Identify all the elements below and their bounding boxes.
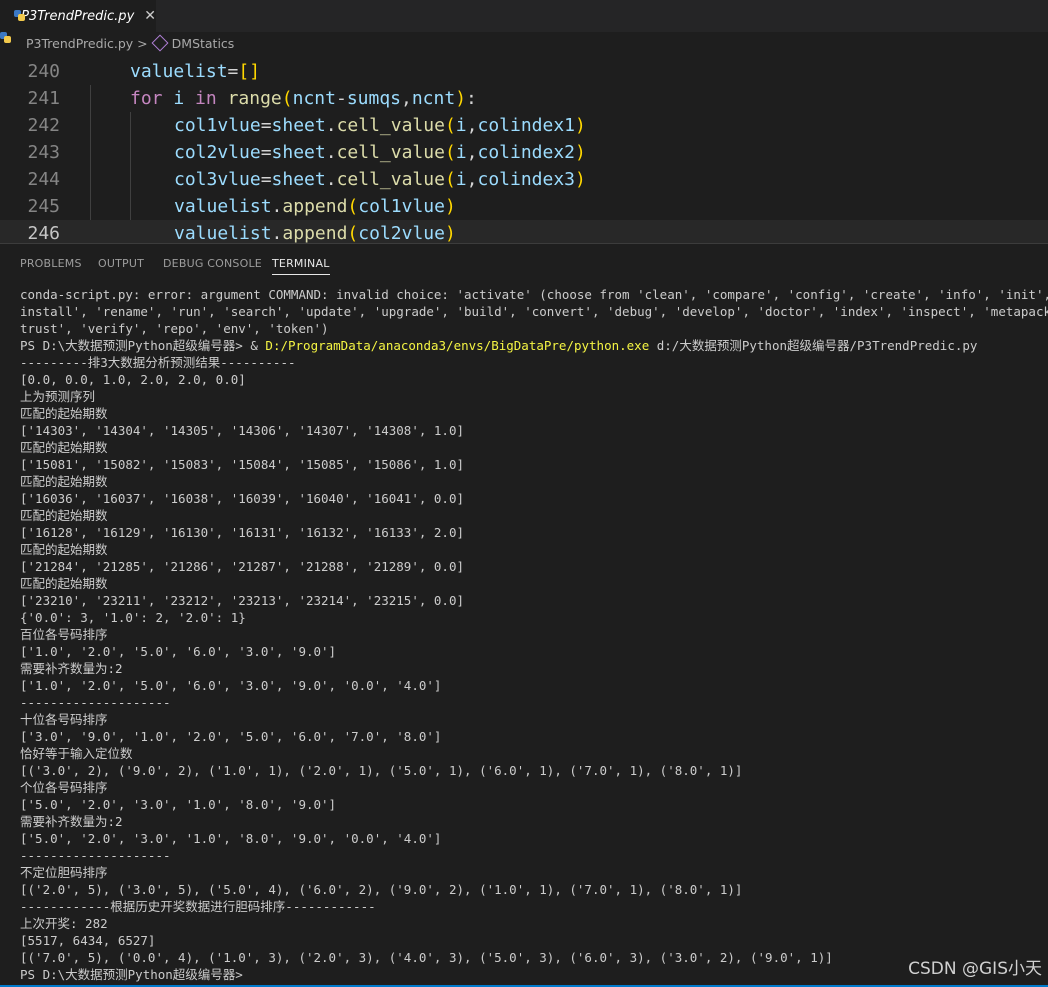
python-file-icon (14, 10, 27, 22)
terminal-line: 匹配的起始期数 (20, 474, 108, 489)
terminal-line: [('3.0', 2), ('9.0', 2), ('1.0', 1), ('2… (20, 763, 743, 778)
breadcrumb-symbol[interactable]: DMStatics (172, 36, 235, 51)
terminal-line: 匹配的起始期数 (20, 542, 108, 557)
tab-output[interactable]: OUTPUT (98, 257, 144, 270)
terminal-line: 匹配的起始期数 (20, 508, 108, 523)
terminal-line: trust', 'verify', 'repo', 'env', 'token'… (20, 321, 329, 336)
breadcrumb: P3TrendPredic.py > DMStatics (0, 32, 1048, 54)
prompt-prefix: PS D:\大数据预测Python超级编号器> & (20, 338, 266, 353)
line-number: 246 (27, 223, 60, 243)
tab-problems[interactable]: PROBLEMS (20, 257, 82, 270)
terminal-line: ---------排3大数据分析预测结果---------- (20, 355, 296, 370)
line-number: 244 (27, 169, 60, 190)
code-line: 244 col3vlue=sheet.cell_value(i,colindex… (0, 166, 1048, 193)
terminal-line: ['21284', '21285', '21286', '21287', '21… (20, 559, 465, 574)
class-symbol-icon (151, 34, 169, 52)
code-text: valuelist.append(col2vlue) (174, 223, 456, 243)
script-arg: d:/大数据预测Python超级编号器/P3TrendPredic.py (649, 338, 978, 353)
code-text: col1vlue=sheet.cell_value(i,colindex1) (174, 115, 586, 136)
terminal-line: ['5.0', '2.0', '3.0', '1.0', '8.0', '9.0… (20, 831, 442, 846)
code-editor[interactable]: 240 valuelist=[] 241 for i in range(ncnt… (0, 58, 1048, 243)
terminal-line: ['16128', '16129', '16130', '16131', '16… (20, 525, 465, 540)
terminal-line: 十位各号码排序 (20, 712, 108, 727)
line-number: 241 (27, 88, 60, 109)
editor-tab-bar: P3TrendPredic.py ✕ (0, 0, 1048, 32)
code-text: valuelist.append(col1vlue) (174, 196, 456, 217)
terminal-line: [0.0, 0.0, 1.0, 2.0, 2.0, 0.0] (20, 372, 246, 387)
line-number: 240 (27, 61, 60, 82)
tab-filename: P3TrendPredic.py (21, 8, 135, 24)
terminal-line: ['3.0', '9.0', '1.0', '2.0', '5.0', '6.0… (20, 729, 442, 744)
terminal-line: ------------根据历史开奖数据进行胆码排序------------ (20, 899, 376, 914)
terminal-line: [('2.0', 5), ('3.0', 5), ('5.0', 4), ('6… (20, 882, 743, 897)
terminal-line: ['1.0', '2.0', '5.0', '6.0', '3.0', '9.0… (20, 644, 337, 659)
code-line: 242 col1vlue=sheet.cell_value(i,colindex… (0, 112, 1048, 139)
terminal-line: [5517, 6434, 6527] (20, 933, 156, 948)
tab-debug-console[interactable]: DEBUG CONSOLE (163, 257, 262, 270)
terminal-line: ['23210', '23211', '23212', '23213', '23… (20, 593, 465, 608)
line-number: 242 (27, 115, 60, 136)
code-line: 241 for i in range(ncnt-sumqs,ncnt): (0, 85, 1048, 112)
terminal-line: 匹配的起始期数 (20, 406, 108, 421)
terminal-line: 不定位胆码排序 (20, 865, 108, 880)
python-path: D:/ProgramData/anaconda3/envs/BigDataPre… (265, 338, 650, 353)
code-text: col2vlue=sheet.cell_value(i,colindex2) (174, 142, 586, 163)
code-text: valuelist=[] (130, 61, 261, 82)
terminal-line: 百位各号码排序 (20, 627, 108, 642)
close-icon[interactable]: ✕ (144, 8, 156, 24)
terminal-line: ['14303', '14304', '14305', '14306', '14… (20, 423, 465, 438)
terminal-line: 个位各号码排序 (20, 780, 108, 795)
breadcrumb-file[interactable]: P3TrendPredic.py (26, 36, 133, 51)
terminal-line: 恰好等于输入定位数 (20, 746, 133, 761)
breadcrumb-separator: > (137, 35, 148, 51)
terminal-line: install', 'rename', 'run', 'search', 'up… (20, 304, 1048, 319)
editor-tab-p3trendpredic[interactable]: P3TrendPredic.py ✕ (0, 0, 156, 32)
terminal-output[interactable]: conda-script.py: error: argument COMMAND… (20, 286, 1048, 986)
panel-tab-bar: PROBLEMS OUTPUT DEBUG CONSOLE TERMINAL (0, 243, 1048, 280)
terminal-line: -------------------- (20, 848, 171, 863)
line-number: 245 (27, 196, 60, 217)
terminal-line: 需要补齐数量为:2 (20, 661, 123, 676)
code-line: 245 valuelist.append(col1vlue) (0, 193, 1048, 220)
terminal-line: [('7.0', 5), ('0.0', 4), ('1.0', 3), ('2… (20, 950, 833, 965)
terminal-line: -------------------- (20, 695, 171, 710)
code-text: for i in range(ncnt-sumqs,ncnt): (130, 88, 477, 109)
terminal-line: ['1.0', '2.0', '5.0', '6.0', '3.0', '9.0… (20, 678, 442, 693)
terminal-line: ['15081', '15082', '15083', '15084', '15… (20, 457, 465, 472)
terminal-line: ['5.0', '2.0', '3.0', '1.0', '8.0', '9.0… (20, 797, 337, 812)
terminal-line: 上为预测序列 (20, 389, 96, 404)
terminal-line: conda-script.py: error: argument COMMAND… (20, 287, 1048, 302)
code-text: col3vlue=sheet.cell_value(i,colindex3) (174, 169, 586, 190)
code-line: 240 valuelist=[] (0, 58, 1048, 85)
tab-terminal[interactable]: TERMINAL (272, 257, 330, 275)
terminal-command-line: PS D:\大数据预测Python超级编号器> & D:/ProgramData… (20, 337, 1048, 354)
line-number: 243 (27, 142, 60, 163)
terminal-line: 匹配的起始期数 (20, 440, 108, 455)
terminal-line: ['16036', '16037', '16038', '16039', '16… (20, 491, 465, 506)
code-line: 243 col2vlue=sheet.cell_value(i,colindex… (0, 139, 1048, 166)
terminal-line: 匹配的起始期数 (20, 576, 108, 591)
terminal-line: 上次开奖: 282 (20, 916, 108, 931)
code-line-current: 246 valuelist.append(col2vlue) (0, 220, 1048, 243)
watermark: CSDN @GIS小天 (908, 959, 1042, 979)
terminal-line: PS D:\大数据预测Python超级编号器> (20, 967, 243, 982)
terminal-line: 需要补齐数量为:2 (20, 814, 123, 829)
terminal-line: {'0.0': 3, '1.0': 2, '2.0': 1} (20, 610, 246, 625)
